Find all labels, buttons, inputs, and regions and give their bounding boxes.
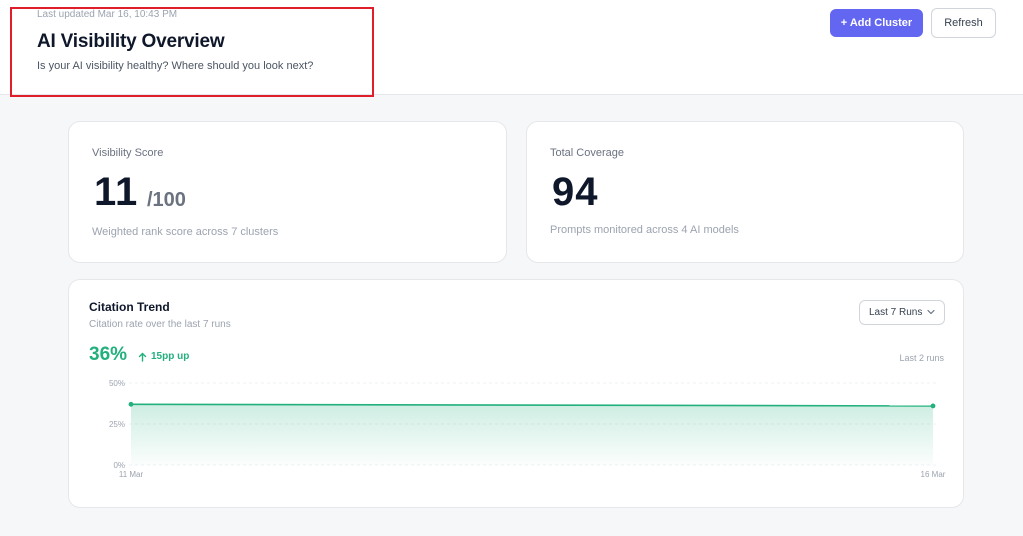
data-point (930, 403, 936, 409)
visibility-score-suffix: /100 (147, 189, 186, 211)
area-fill (131, 404, 933, 465)
x-tick-label: 16 Mar (921, 470, 946, 479)
y-tick-label: 0% (113, 461, 125, 470)
page-title: AI Visibility Overview (37, 31, 225, 52)
add-cluster-button[interactable]: + Add Cluster (830, 9, 923, 37)
visibility-score-label: Visibility Score (92, 147, 164, 159)
visibility-score-value: 11 (94, 170, 139, 214)
last-updated-text: Last updated Mar 16, 10:43 PM (37, 9, 178, 20)
page-subtitle: Is your AI visibility healthy? Where sho… (37, 60, 314, 72)
top-bar: Last updated Mar 16, 10:43 PM AI Visibil… (0, 0, 1023, 95)
citation-trend-chart: 0% 25% 50% 11 Mar 16 Mar (109, 379, 946, 479)
total-coverage-card: Total Coverage 94 Prompts monitored acro… (526, 121, 964, 263)
y-tick-label: 50% (109, 379, 125, 388)
visibility-score-card: Visibility Score 11 /100 Weighted rank s… (68, 121, 507, 263)
total-coverage-value: 94 (552, 170, 599, 214)
data-point (128, 401, 134, 407)
citation-trend-card: Citation Trend Citation rate over the la… (68, 279, 964, 508)
visibility-score-footnote: Weighted rank score across 7 clusters (92, 226, 279, 238)
total-coverage-label: Total Coverage (550, 147, 624, 159)
x-tick-label: 11 Mar (119, 470, 144, 479)
total-coverage-footnote: Prompts monitored across 4 AI models (550, 224, 739, 236)
y-tick-label: 25% (109, 420, 125, 429)
refresh-button[interactable]: Refresh (931, 8, 996, 38)
